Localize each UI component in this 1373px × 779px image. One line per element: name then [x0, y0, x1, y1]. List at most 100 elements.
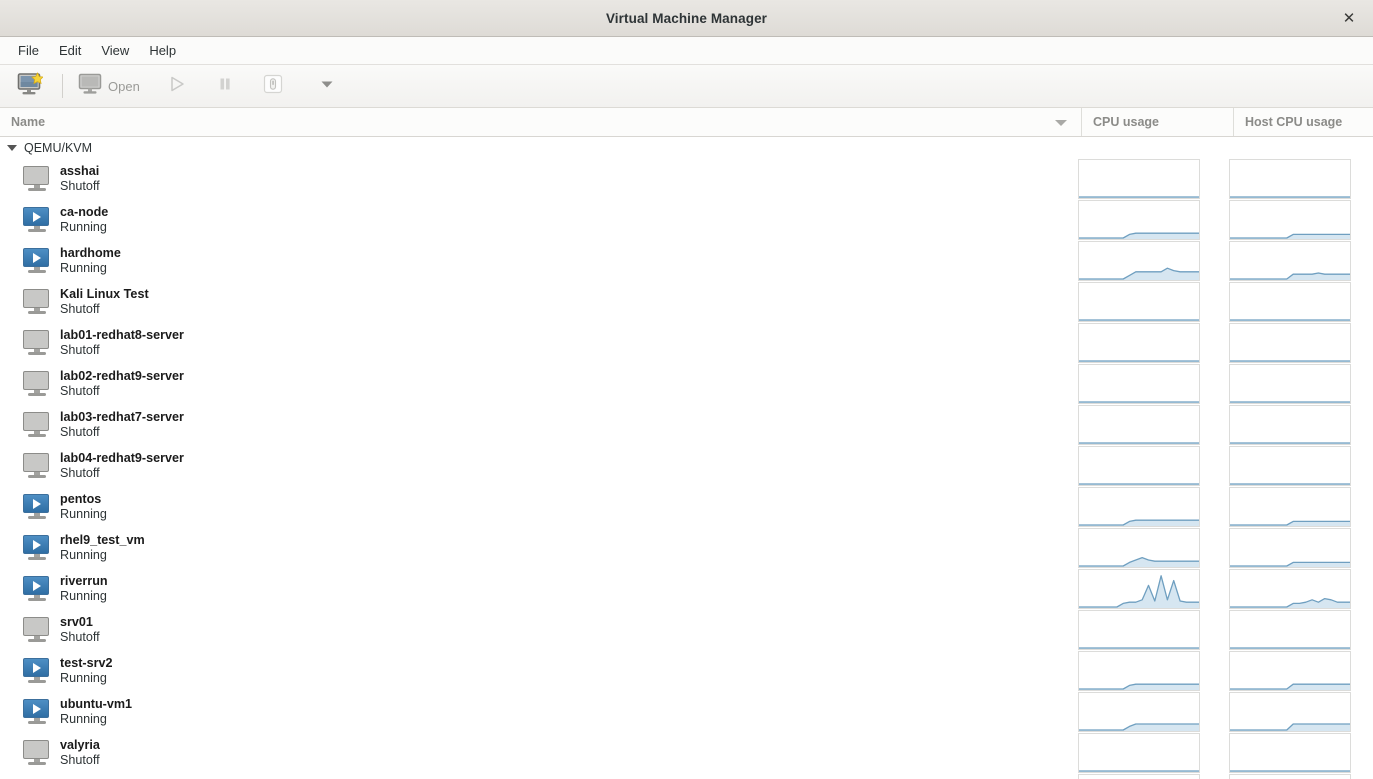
open-button[interactable]: Open: [71, 69, 147, 103]
pause-icon: [215, 74, 235, 99]
vm-text-block: lab04-redhat9-server Shutoff: [60, 451, 184, 481]
virtual-machine-manager-window: Virtual Machine Manager ✕ File Edit View…: [0, 0, 1373, 779]
vm-name: test-srv2: [60, 655, 113, 670]
vm-text-block: ubuntu-vm1 Running: [60, 697, 132, 727]
cpu-usage-sparkline: [1078, 692, 1200, 732]
vm-state: Shutoff: [60, 424, 100, 439]
shutdown-icon: [261, 72, 285, 101]
cpu-usage-sparkline: [1078, 159, 1200, 199]
connection-label: QEMU/KVM: [24, 140, 93, 155]
host-cpu-usage-sparkline: [1229, 323, 1351, 363]
close-icon[interactable]: ✕: [1333, 0, 1365, 36]
vm-name: lab02-redhat9-server: [60, 368, 184, 383]
menu-item-file[interactable]: File: [8, 40, 49, 61]
vm-state: Shutoff: [60, 383, 100, 398]
host-cpu-usage-sparkline: [1229, 528, 1351, 568]
vm-text-block: Kali Linux Test Shutoff: [60, 287, 149, 317]
menubar: File Edit View Help: [0, 37, 1373, 65]
vm-text-block: valyria Shutoff: [60, 738, 100, 768]
chevron-down-icon: [318, 75, 336, 98]
vm-state: Shutoff: [60, 629, 100, 644]
vm-shutoff-icon: [20, 411, 54, 438]
vm-text-block: lab03-redhat7-server Shutoff: [60, 410, 184, 440]
cpu-usage-sparkline: [1078, 282, 1200, 322]
menu-item-view[interactable]: View: [91, 40, 139, 61]
connection-row-qemu-kvm[interactable]: QEMU/KVM: [0, 137, 1373, 158]
host-cpu-usage-sparkline: [1229, 487, 1351, 527]
host-cpu-usage-sparkline: [1229, 405, 1351, 445]
vm-shutoff-icon: [20, 165, 54, 192]
new-vm-button[interactable]: [6, 69, 54, 103]
vm-name: Kali Linux Test: [60, 286, 149, 301]
menu-item-edit[interactable]: Edit: [49, 40, 91, 61]
host-cpu-usage-sparkline: [1229, 569, 1351, 609]
vm-shutoff-icon: [20, 452, 54, 479]
host-cpu-usage-sparkline: [1229, 241, 1351, 281]
pause-button[interactable]: [201, 69, 249, 103]
cpu-usage-sparkline: [1078, 610, 1200, 650]
vm-text-block: lab01-redhat8-server Shutoff: [60, 328, 184, 358]
host-cpu-usage-sparkline: [1229, 364, 1351, 404]
vm-running-icon: [20, 657, 54, 684]
host-cpu-usage-sparkline: [1229, 282, 1351, 322]
vm-shutoff-icon: [20, 288, 54, 315]
vm-state: Running: [60, 219, 107, 234]
vm-text-block: hardhome Running: [60, 246, 121, 276]
cpu-usage-sparkline: [1078, 405, 1200, 445]
monitor-icon: [78, 73, 102, 100]
toolbar-menu-button[interactable]: [303, 69, 351, 103]
vm-text-block: rhel9_test_vm Running: [60, 533, 145, 563]
cpu-usage-sparkline: [1078, 733, 1200, 773]
vm-shutoff-icon: [20, 739, 54, 766]
cpu-usage-sparkline-partial: [1078, 774, 1200, 779]
vm-name: ubuntu-vm1: [60, 696, 133, 711]
vm-state: Running: [60, 588, 107, 603]
cpu-usage-sparkline: [1078, 487, 1200, 527]
host-cpu-usage-sparkline: [1229, 159, 1351, 199]
host-cpu-usage-sparkline: [1229, 200, 1351, 240]
vm-name: asshai: [60, 163, 100, 178]
host-cpu-usage-sparkline: [1229, 692, 1351, 732]
sort-descending-icon[interactable]: [1055, 120, 1067, 126]
vm-name: lab03-redhat7-server: [60, 409, 184, 424]
cpu-usage-sparkline: [1078, 323, 1200, 363]
vm-shutoff-icon: [20, 616, 54, 643]
new-vm-monitor-icon: [17, 71, 44, 101]
cpu-usage-sparkline: [1078, 446, 1200, 486]
vm-running-icon: [20, 206, 54, 233]
host-cpu-usage-sparkline: [1229, 651, 1351, 691]
shutdown-button[interactable]: [249, 69, 297, 103]
column-header-name-label: Name: [11, 115, 46, 129]
vm-name: srv01: [60, 614, 93, 629]
play-icon: [167, 74, 187, 99]
titlebar: Virtual Machine Manager ✕: [0, 0, 1373, 37]
vm-shutoff-icon: [20, 370, 54, 397]
vm-name: rhel9_test_vm: [60, 532, 145, 547]
column-header-host-cpu-usage-label: Host CPU usage: [1245, 115, 1343, 129]
vm-running-icon: [20, 575, 54, 602]
toolbar-separator: [62, 74, 63, 98]
vm-running-icon: [20, 493, 54, 520]
vm-state: Shutoff: [60, 465, 100, 480]
vm-state: Shutoff: [60, 342, 100, 357]
vm-name: riverrun: [60, 573, 108, 588]
vm-shutoff-icon: [20, 329, 54, 356]
vm-text-block: test-srv2 Running: [60, 656, 113, 686]
vm-text-block: pentos Running: [60, 492, 107, 522]
window-title: Virtual Machine Manager: [605, 10, 768, 26]
column-header-row: Name CPU usage Host CPU usage: [0, 108, 1373, 137]
host-cpu-usage-sparkline: [1229, 733, 1351, 773]
run-button[interactable]: [153, 69, 201, 103]
expander-triangle-icon[interactable]: [7, 144, 17, 151]
menu-item-help[interactable]: Help: [139, 40, 186, 61]
vm-list[interactable]: QEMU/KVM asshai Shutoff ca-node Running hard…: [0, 137, 1373, 779]
cpu-usage-sparkline: [1078, 241, 1200, 281]
column-header-cpu-usage[interactable]: CPU usage: [1081, 108, 1233, 136]
column-header-host-cpu-usage[interactable]: Host CPU usage: [1233, 108, 1373, 136]
host-cpu-usage-sparkline: [1229, 610, 1351, 650]
host-cpu-usage-sparkline-partial: [1229, 774, 1351, 779]
column-header-name[interactable]: Name: [0, 108, 1081, 136]
cpu-usage-sparkline: [1078, 651, 1200, 691]
vm-name: pentos: [60, 491, 102, 506]
cpu-usage-sparkline: [1078, 200, 1200, 240]
